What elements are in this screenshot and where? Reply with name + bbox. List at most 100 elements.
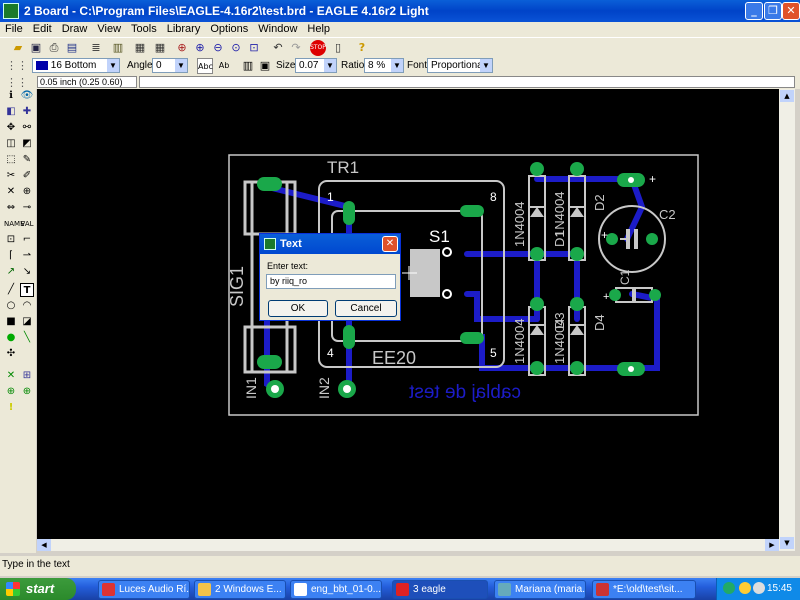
zoom-in-icon[interactable]: ⊕: [192, 40, 208, 56]
frame-icon[interactable]: ▣: [257, 58, 273, 74]
taskbar-item[interactable]: Luces Audio Rí...: [98, 580, 190, 599]
text-input[interactable]: by riiq_ro: [266, 274, 396, 289]
text-spin-icon[interactable]: Ab: [216, 58, 232, 74]
replace-icon[interactable]: ⇔: [4, 201, 18, 215]
rotate-icon[interactable]: ◩: [20, 137, 34, 151]
title-bar[interactable]: 2 Board - C:\Program Files\EAGLE-4.16r2\…: [0, 0, 800, 22]
volume-icon[interactable]: [753, 582, 765, 594]
mirror-icon[interactable]: ◫: [4, 137, 18, 151]
display-icon[interactable]: ◧: [4, 105, 18, 119]
miter-icon[interactable]: ⌐: [20, 233, 34, 247]
mark-icon[interactable]: ✚: [20, 105, 34, 119]
show-icon[interactable]: 👁: [20, 89, 34, 103]
library-icon[interactable]: ▥: [110, 40, 126, 56]
layer-select[interactable]: 16 Bottom ▼: [32, 58, 120, 73]
grid-icon[interactable]: ⋮⋮: [6, 58, 28, 74]
schematic-icon[interactable]: ▦: [152, 40, 168, 56]
zoom-out-icon[interactable]: ⊖: [210, 40, 226, 56]
help-icon[interactable]: ?: [354, 40, 370, 56]
dialog-close-button[interactable]: ✕: [382, 236, 398, 252]
menu-help[interactable]: Help: [302, 22, 335, 35]
save-icon[interactable]: ▣: [28, 40, 44, 56]
stop-icon[interactable]: STOP: [310, 40, 326, 56]
zoom-select-icon[interactable]: ⊡: [246, 40, 262, 56]
start-button[interactable]: start: [0, 578, 76, 600]
dialog-title-bar[interactable]: Text ✕: [260, 234, 400, 254]
pencil-icon[interactable]: ✐: [20, 169, 34, 183]
paste-icon[interactable]: ✂: [4, 169, 18, 183]
menu-view[interactable]: View: [92, 22, 126, 35]
split-icon[interactable]: ⌈: [4, 249, 18, 263]
horizontal-scrollbar[interactable]: ◀ ▶: [37, 539, 779, 551]
menu-library[interactable]: Library: [162, 22, 206, 35]
group-icon[interactable]: ⬚: [4, 153, 18, 167]
scroll-right-icon[interactable]: ▶: [765, 539, 779, 551]
add-icon[interactable]: ⊕: [20, 185, 34, 199]
name-icon[interactable]: NAME: [4, 217, 25, 231]
undo-icon[interactable]: ↶: [270, 40, 286, 56]
messenger-tray-icon[interactable]: [739, 582, 751, 594]
lock-icon[interactable]: ⊸: [20, 201, 34, 215]
taskbar-item[interactable]: *E:\old\test\sit...: [592, 580, 696, 599]
signal-icon[interactable]: ╲: [20, 331, 34, 345]
erc-icon[interactable]: ⊕: [4, 385, 18, 399]
wire-icon[interactable]: ╱: [4, 283, 18, 297]
circle-icon[interactable]: ○: [4, 299, 18, 313]
menu-options[interactable]: Options: [205, 22, 253, 35]
hole-icon[interactable]: ✣: [4, 347, 18, 361]
ulp-icon[interactable]: ▦: [132, 40, 148, 56]
change-icon[interactable]: ✎: [20, 153, 34, 167]
value-icon[interactable]: VAL: [20, 217, 34, 231]
menu-draw[interactable]: Draw: [57, 22, 93, 35]
optimize-icon[interactable]: ⇀: [20, 249, 34, 263]
taskbar-item[interactable]: 2 Windows E...: [194, 580, 286, 599]
move-icon[interactable]: ✥: [4, 121, 18, 135]
zoom-redraw-icon[interactable]: ⊙: [228, 40, 244, 56]
rect-icon[interactable]: ■: [4, 315, 18, 329]
open-icon[interactable]: ▰: [10, 40, 26, 56]
taskbar-item[interactable]: Mariana (maria...: [494, 580, 586, 599]
font-select[interactable]: Proportional ▼: [427, 58, 493, 73]
arc-icon[interactable]: ◠: [20, 299, 34, 313]
via-icon[interactable]: ●: [4, 331, 18, 345]
minimize-button[interactable]: _: [745, 2, 763, 20]
smash-icon[interactable]: ⊡: [4, 233, 18, 247]
errors-icon[interactable]: !: [4, 401, 18, 415]
menu-edit[interactable]: Edit: [28, 22, 57, 35]
ratsnest-icon[interactable]: ✕: [4, 369, 18, 383]
zoom-fit-icon[interactable]: ⊕: [174, 40, 190, 56]
delete-icon[interactable]: ✕: [4, 185, 18, 199]
restore-button[interactable]: ❐: [764, 2, 782, 20]
scroll-down-icon[interactable]: ▼: [780, 537, 794, 549]
command-line-input[interactable]: [139, 76, 795, 88]
scroll-up-icon[interactable]: ▲: [780, 90, 794, 102]
go-icon[interactable]: ▯: [330, 40, 346, 56]
scroll-left-icon[interactable]: ◀: [37, 539, 51, 551]
network-icon[interactable]: [723, 582, 735, 594]
ok-button[interactable]: OK: [268, 300, 328, 317]
script-icon[interactable]: ≣: [88, 40, 104, 56]
text-mirror-icon[interactable]: Abc: [197, 58, 213, 74]
taskbar-item[interactable]: eng_bbt_01-0...: [290, 580, 382, 599]
cam-icon[interactable]: ▤: [64, 40, 80, 56]
drc-icon[interactable]: ⊕: [20, 385, 34, 399]
angle-select[interactable]: 0 ▼: [152, 58, 188, 73]
align-icon[interactable]: ▥: [240, 58, 256, 74]
size-select[interactable]: 0.07 ▼: [295, 58, 337, 73]
info-icon[interactable]: ℹ: [4, 89, 18, 103]
menu-file[interactable]: File: [0, 22, 28, 35]
print-icon[interactable]: ⎙: [46, 40, 62, 56]
menu-tools[interactable]: Tools: [126, 22, 162, 35]
board-canvas[interactable]: SIG1 IN1 IN2 TR1 8 1 4 5 EE20 S1 1N4004 …: [37, 89, 779, 539]
taskbar-item-active[interactable]: 3 eagle: [392, 580, 488, 599]
close-button[interactable]: ✕: [782, 2, 800, 20]
redo-icon[interactable]: ↷: [288, 40, 304, 56]
cancel-button[interactable]: Cancel: [335, 300, 397, 317]
menu-window[interactable]: Window: [253, 22, 302, 35]
polygon-icon[interactable]: ◪: [20, 315, 34, 329]
text-tool-icon[interactable]: T: [20, 283, 34, 297]
ripup-icon[interactable]: ↘: [20, 265, 34, 279]
ratio-select[interactable]: 8 % ▼: [364, 58, 404, 73]
route-icon[interactable]: ↗: [4, 265, 18, 279]
vertical-scrollbar[interactable]: ▲ ▼: [779, 89, 795, 551]
